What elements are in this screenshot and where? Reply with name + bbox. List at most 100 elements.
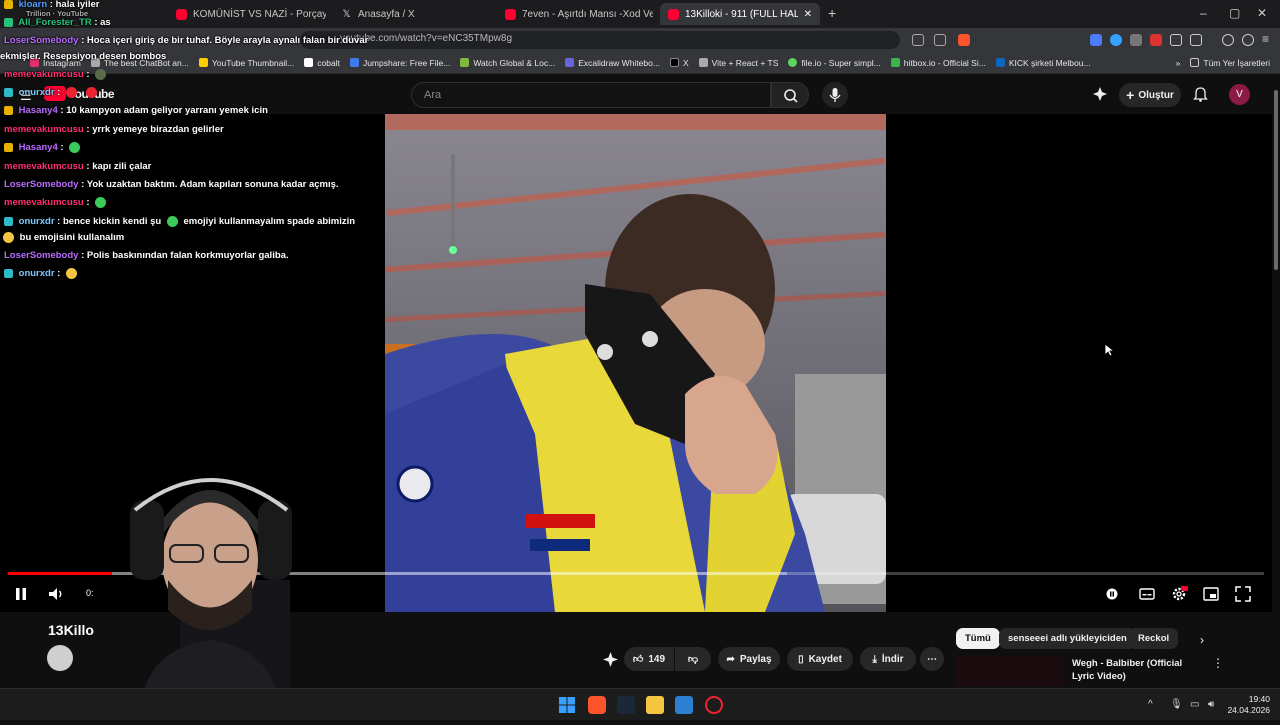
share-icon[interactable] (934, 34, 946, 46)
windows-start-icon[interactable] (558, 696, 576, 714)
new-tab-icon[interactable]: + (828, 5, 836, 21)
share-button[interactable]: ➦ Paylaş (718, 647, 780, 671)
emote-icon (95, 69, 107, 80)
bookmark-x[interactable]: X (669, 58, 689, 68)
recommended-thumbnail[interactable] (955, 656, 1065, 686)
app-icon[interactable] (705, 696, 723, 714)
badge-icon (4, 17, 13, 27)
chat-message: All_Forester_TR : as (4, 17, 111, 28)
like-count: 149 (648, 653, 666, 665)
more-actions-button[interactable]: ⋯ (920, 647, 944, 671)
close-window-icon[interactable]: ✕ (1257, 6, 1267, 20)
extension-icon[interactable] (1090, 34, 1102, 46)
browser-tab-3[interactable]: 7even - Aşırtdı Mansı -Xod Ver (Musi (497, 3, 653, 25)
like-button[interactable]: 👍︎ 149 (624, 647, 674, 671)
pause-icon (16, 588, 26, 600)
stream-chat-overlay: kloarn : hala iyiler Trillion · YouTube … (0, 0, 380, 290)
plus-icon: + (1126, 87, 1135, 103)
minimize-icon[interactable]: – (1200, 6, 1207, 20)
tab-label: 7even - Aşırtdı Mansı -Xod Ver (Musi (522, 8, 653, 20)
download-button[interactable]: ⤓ İndir (860, 647, 916, 671)
all-bookmarks-folder[interactable]: Tüm Yer İşaretleri (1190, 58, 1270, 68)
chevron-up-icon[interactable]: ^ (1148, 699, 1159, 710)
app-icon[interactable] (675, 696, 693, 714)
mouse-cursor-icon (1104, 343, 1116, 362)
heart-emote-icon (85, 87, 97, 98)
more-vertical-icon[interactable]: ⋮ (1212, 656, 1224, 670)
pause-button[interactable] (12, 585, 30, 603)
more-horizontal-icon: ⋯ (927, 653, 937, 665)
volume-button[interactable] (47, 585, 65, 603)
gemini-sparkle-icon[interactable] (1093, 87, 1107, 101)
search-button[interactable] (771, 82, 809, 108)
clock-time: 19:40 (1248, 694, 1270, 704)
create-button[interactable]: + Oluştur (1119, 83, 1181, 107)
chat-message: onurxdr : (4, 268, 80, 279)
account-avatar[interactable]: V (1229, 84, 1250, 105)
bookmark-kick[interactable]: KICK şirketi Melbou... (995, 58, 1091, 68)
notifications-bell-icon[interactable] (1193, 87, 1208, 107)
emote-icon (69, 142, 81, 153)
heart-emote-icon (65, 87, 77, 98)
badge-icon (4, 217, 13, 226)
microphone-tray-icon[interactable]: 🎙︎ (1170, 699, 1183, 710)
extension-icon[interactable] (1150, 34, 1162, 46)
monitor-icon[interactable]: ▭ (1190, 699, 1201, 710)
miniplayer-icon (1203, 587, 1219, 601)
captions-button[interactable] (1138, 585, 1156, 603)
emote-icon (95, 197, 107, 208)
sidebar-icon[interactable] (1190, 34, 1202, 46)
dislike-button[interactable]: 👎︎ (675, 647, 711, 671)
scrollbar-thumb[interactable] (1274, 90, 1278, 270)
bookmark-fileio[interactable]: file.io - Super simpl... (788, 58, 881, 68)
bookmark-vite[interactable]: Vite + React + TS (698, 58, 778, 68)
autoplay-toggle[interactable] (1103, 585, 1121, 603)
progress-played (8, 572, 113, 575)
music-icon[interactable] (1222, 34, 1234, 46)
search-placeholder: Ara (424, 89, 442, 101)
extension-icon[interactable] (1110, 34, 1122, 46)
taskbar-clock[interactable]: 19:40 24.04.2026 (1226, 694, 1270, 716)
menu-icon[interactable]: ≡ (1262, 32, 1269, 46)
maximize-icon[interactable]: ▢ (1229, 6, 1240, 20)
chip-reckol[interactable]: Reckol (1129, 628, 1179, 649)
brave-shield-icon[interactable] (958, 34, 970, 46)
video-frame[interactable] (385, 114, 886, 612)
brave-browser-icon[interactable] (588, 696, 606, 714)
bookmark-hitbox[interactable]: hitbox.io - Official Si... (890, 58, 986, 68)
close-tab-icon[interactable]: ✕ (804, 9, 812, 20)
puzzle-icon[interactable] (1170, 34, 1182, 46)
more-bookmarks-icon[interactable]: » (1176, 58, 1181, 68)
speaker-icon[interactable]: 🔊︎ (1208, 699, 1219, 710)
youtube-icon (505, 8, 516, 20)
page-scrollbar[interactable] (1272, 88, 1280, 708)
search-input[interactable]: Ara (411, 82, 771, 108)
badge-icon (4, 88, 13, 97)
video-title: 13Killo (48, 622, 94, 638)
chip-all[interactable]: Tümü (956, 628, 1000, 649)
voice-search-button[interactable] (822, 82, 848, 108)
time-display: 0: (86, 588, 94, 598)
browser-tab-active[interactable]: 13Killoki - 911 (FULL HALİ) - ✕ (660, 3, 820, 25)
settings-button[interactable] (1170, 585, 1188, 603)
fullscreen-button[interactable] (1234, 585, 1252, 603)
cast-icon[interactable] (912, 34, 924, 46)
download-label: İndir (881, 653, 904, 665)
file-explorer-icon[interactable] (646, 696, 664, 714)
save-button[interactable]: ▯ Kaydet (787, 647, 853, 671)
steam-icon[interactable] (617, 696, 635, 714)
chip-from-uploader[interactable]: senseeei adlı yükleyiciden (999, 628, 1136, 649)
vpn-icon[interactable] (1242, 34, 1254, 46)
chat-message: LoserSomebody : Polis baskınından falan … (4, 250, 289, 261)
recommended-title[interactable]: Wegh - Balbiber (Official Lyric Video) (1072, 657, 1207, 683)
channel-avatar[interactable] (47, 645, 73, 671)
miniplayer-button[interactable] (1202, 585, 1220, 603)
ask-sparkle-icon[interactable] (603, 652, 618, 672)
chevron-right-icon[interactable]: › (1200, 633, 1204, 647)
extension-icon[interactable] (1130, 34, 1142, 46)
bookmark-watch-global[interactable]: Watch Global & Loc... (460, 58, 555, 68)
youtube-icon (668, 8, 679, 20)
bookmark-excalidraw[interactable]: Excalidraw Whitebo... (565, 58, 660, 68)
autoplay-icon (1106, 588, 1118, 600)
thumbs-down-icon: 👎︎ (687, 654, 699, 665)
